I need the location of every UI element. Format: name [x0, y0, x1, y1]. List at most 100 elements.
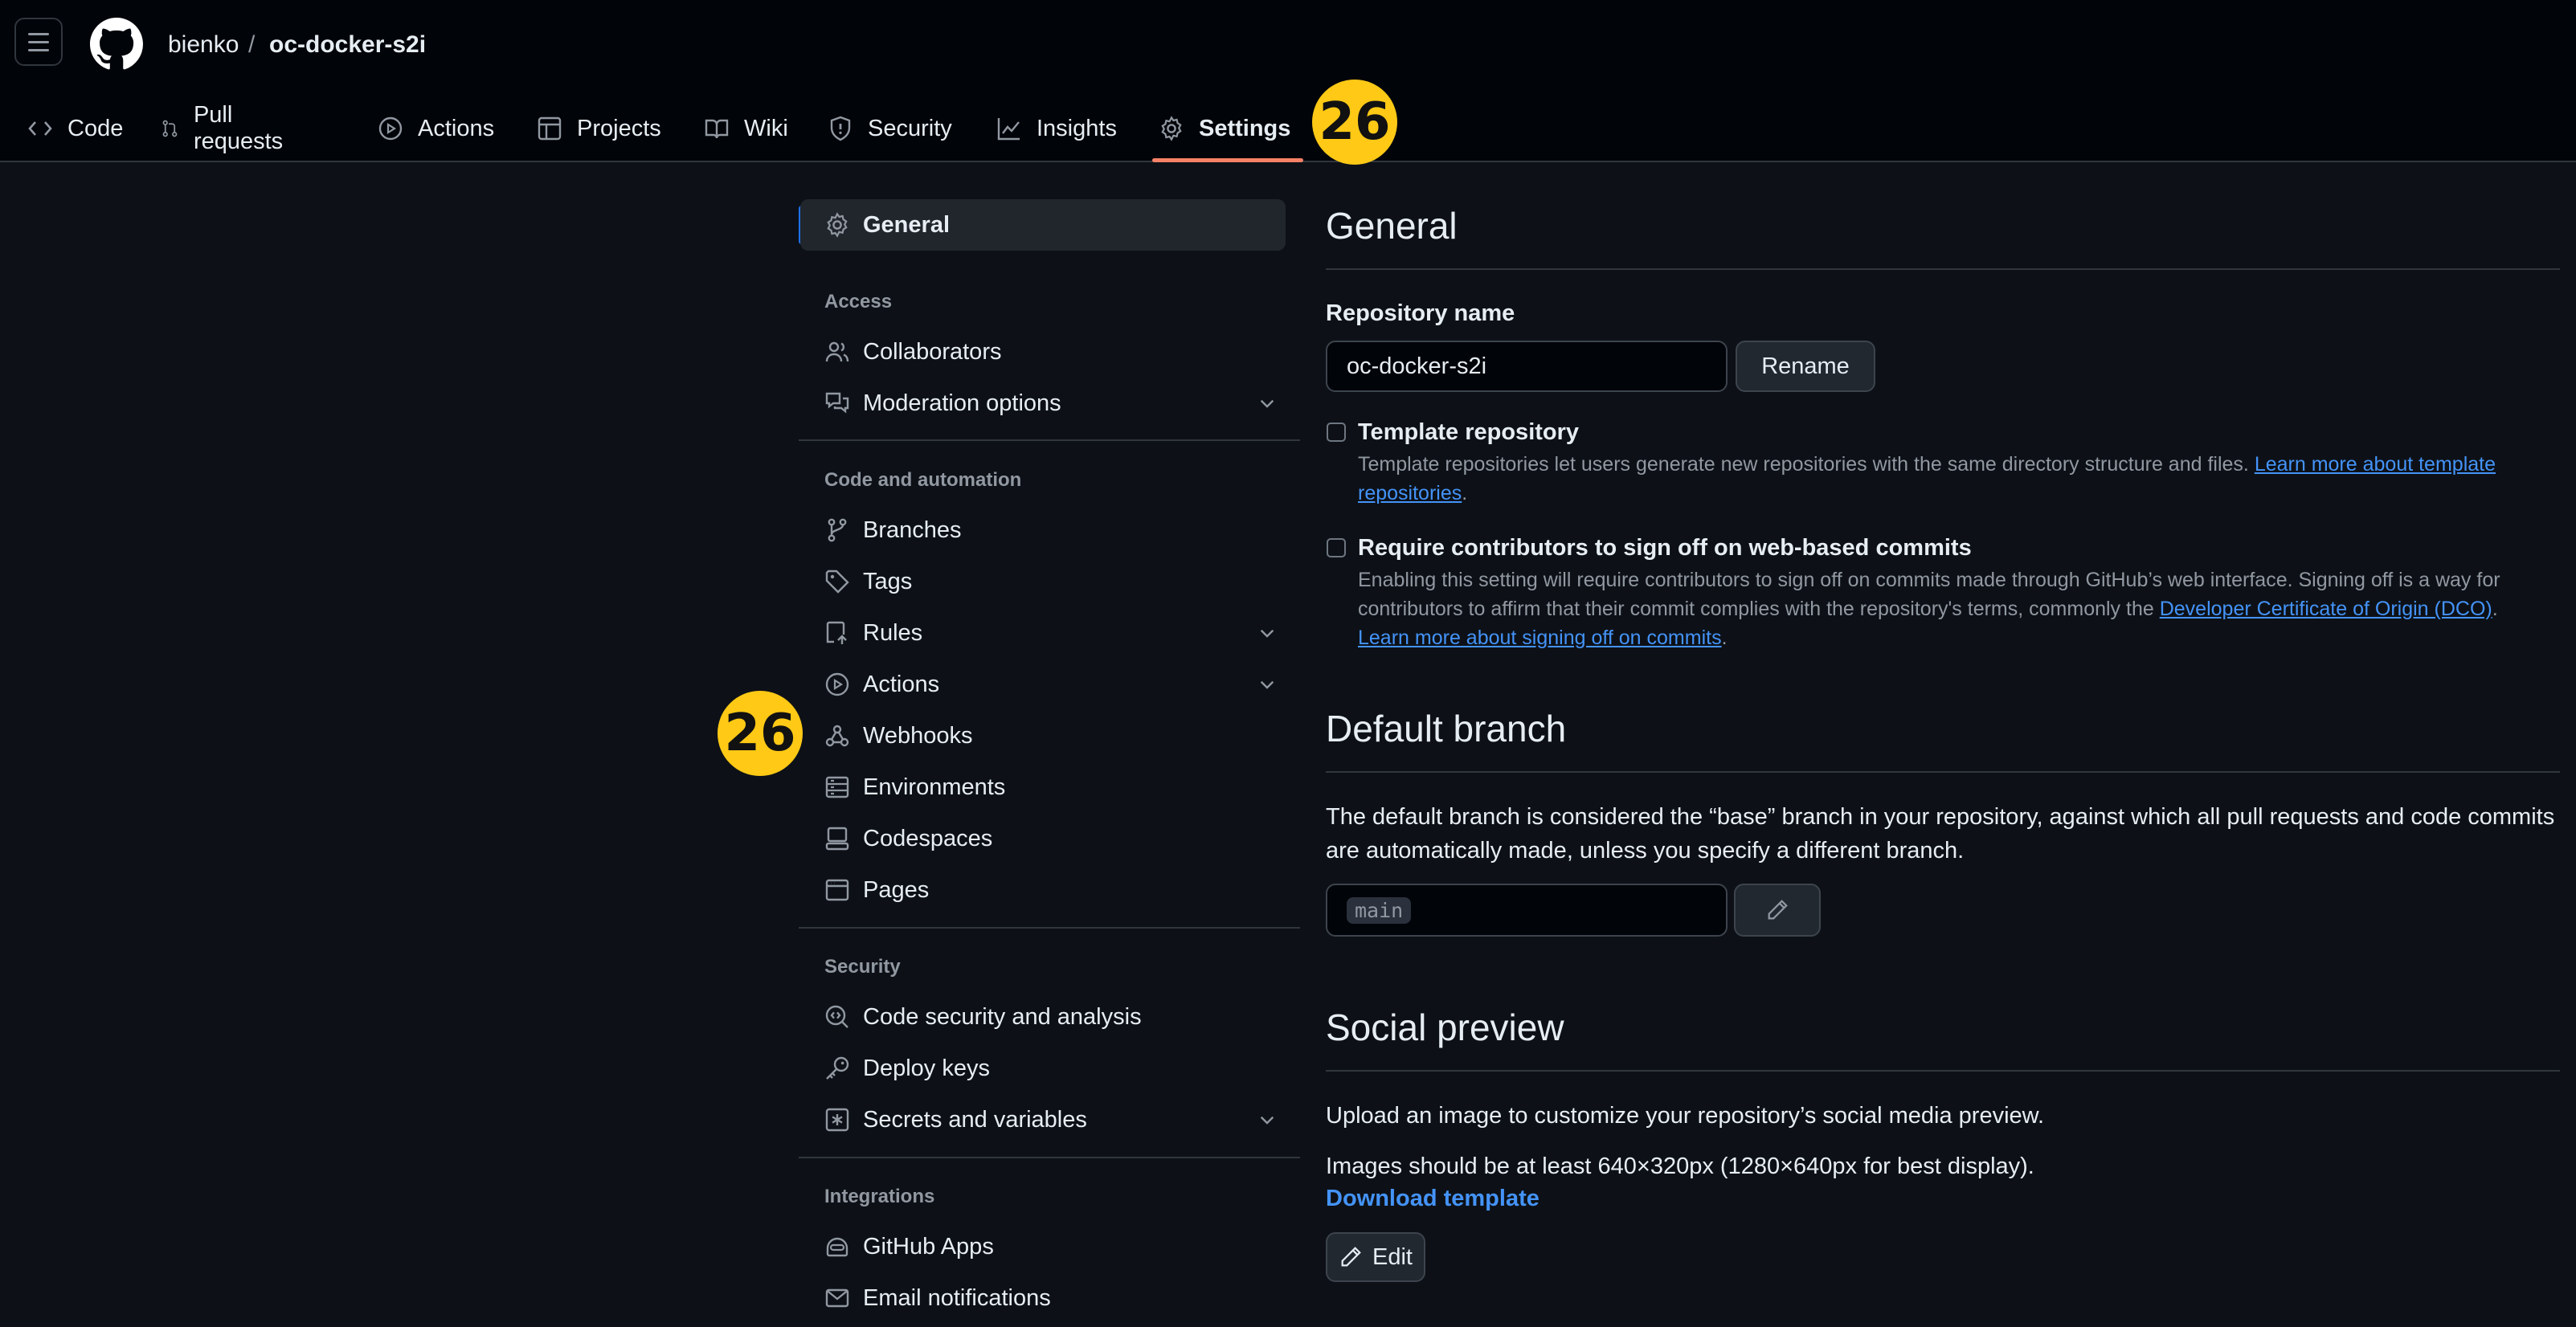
sidebar-item-rules[interactable]: Rules	[824, 612, 1290, 654]
breadcrumb-separator: /	[248, 31, 256, 58]
top-header: bienko / oc-docker-s2i Code Pull request…	[0, 0, 2576, 162]
rename-button[interactable]: Rename	[1736, 341, 1875, 392]
section-divider	[1326, 771, 2560, 773]
codespaces-icon	[825, 827, 849, 851]
pencil-icon	[1341, 1247, 1361, 1267]
sidebar-item-label: Branches	[863, 517, 962, 543]
default-branch-description: The default branch is considered the “ba…	[1326, 804, 2555, 864]
sidebar-item-general[interactable]: General	[824, 204, 1290, 246]
step-badge-side: 26	[718, 691, 803, 776]
tab-label: Pull requests	[193, 102, 284, 154]
git-branch-icon	[828, 518, 847, 542]
tab-actions[interactable]: Actions	[378, 96, 494, 161]
sidebar-item-email-notifications[interactable]: Email notifications	[824, 1277, 1290, 1319]
sidebar-item-webhooks[interactable]: Webhooks	[824, 715, 1290, 757]
chevron-down-icon	[1260, 629, 1274, 638]
key-icon	[826, 1056, 849, 1080]
menu-button[interactable]	[14, 18, 63, 66]
edit-default-branch-button[interactable]	[1734, 884, 1821, 937]
sidebar-item-label: GitHub Apps	[863, 1233, 994, 1260]
tab-label: Settings	[1199, 115, 1291, 141]
social-preview-title: Social preview	[1326, 1006, 1564, 1048]
sidebar-item-collaborators[interactable]: Collaborators	[824, 331, 1290, 373]
tab-label: Security	[868, 115, 952, 141]
social-preview-description: Upload an image to customize your reposi…	[1326, 1103, 2045, 1129]
group-title-code-automation: Code and automation	[824, 469, 1022, 491]
dco-link[interactable]: Developer Certificate of Origin (DCO)	[2160, 598, 2492, 620]
asterisk-icon	[825, 1108, 849, 1132]
step-badge-top: 26	[1312, 80, 1397, 165]
github-logo-icon[interactable]	[90, 18, 143, 71]
sidebar-item-label: Tags	[863, 568, 913, 594]
repo-name-label: Repository name	[1326, 300, 1515, 326]
hubot-icon	[826, 1237, 848, 1257]
signoff-label: Require contributors to sign off on web-…	[1358, 535, 1972, 561]
sidebar-item-label: Moderation options	[863, 390, 1061, 416]
browser-icon	[825, 879, 849, 901]
sidebar-item-code-security[interactable]: Code security and analysis	[824, 996, 1290, 1038]
breadcrumb-repo[interactable]: oc-docker-s2i	[269, 29, 426, 61]
default-branch-title: Default branch	[1326, 708, 1567, 749]
sidebar-item-label: Pages	[863, 876, 930, 903]
gear-icon	[1161, 116, 1182, 141]
download-template-link[interactable]: Download template	[1326, 1186, 1539, 1212]
group-title-access: Access	[824, 291, 893, 312]
tab-label: Projects	[577, 115, 661, 141]
group-title-integrations: Integrations	[824, 1186, 935, 1207]
template-repository-description: Template repositories let users generate…	[1358, 453, 2496, 504]
breadcrumb-owner[interactable]: bienko	[168, 29, 239, 61]
section-divider	[1326, 268, 2560, 270]
edit-social-preview-button[interactable]: Edit	[1326, 1232, 1425, 1282]
sidebar-item-branches[interactable]: Branches	[824, 509, 1290, 551]
tab-projects[interactable]: Projects	[537, 96, 661, 161]
chevron-down-icon	[1260, 1116, 1274, 1125]
pencil-icon	[1768, 900, 1788, 920]
section-divider	[1326, 1070, 2560, 1072]
sidebar-item-environments[interactable]: Environments	[824, 766, 1290, 808]
sidebar-item-secrets[interactable]: Secrets and variables	[824, 1099, 1290, 1141]
tab-code[interactable]: Code	[27, 96, 123, 161]
tab-wiki[interactable]: Wiki	[704, 96, 788, 161]
tab-settings[interactable]: Settings	[1151, 96, 1304, 162]
codescan-icon	[825, 1005, 848, 1028]
people-icon	[825, 341, 849, 362]
template-repository-checkbox[interactable]	[1327, 423, 1346, 442]
sidebar-item-deploy-keys[interactable]: Deploy keys	[824, 1047, 1290, 1089]
page-title: General	[1326, 205, 1458, 247]
tab-insights[interactable]: Insights	[996, 96, 1117, 161]
sidebar-item-label: Code security and analysis	[863, 1003, 1142, 1030]
default-branch-field: main	[1326, 884, 1728, 937]
sidebar-item-codespaces[interactable]: Codespaces	[824, 818, 1290, 859]
sidebar-item-label: Rules	[863, 619, 923, 646]
repo-push-icon	[826, 621, 847, 644]
shield-icon	[830, 116, 851, 141]
sidebar-item-moderation[interactable]: Moderation options	[824, 382, 1290, 424]
sidebar-item-label: Environments	[863, 774, 1006, 800]
sidebar-item-label: Deploy keys	[863, 1055, 990, 1081]
webhook-icon	[825, 725, 849, 747]
branch-name-chip: main	[1347, 896, 1412, 924]
tab-security[interactable]: Security	[828, 96, 952, 161]
sidebar-item-github-apps[interactable]: GitHub Apps	[824, 1226, 1290, 1268]
tab-pull-requests[interactable]: Pull requests	[161, 96, 290, 161]
sidebar-item-pages[interactable]: Pages	[824, 869, 1290, 911]
signoff-checkbox[interactable]	[1327, 538, 1346, 557]
template-repository-label: Template repository	[1358, 419, 1580, 445]
comment-discussion-icon	[825, 392, 849, 414]
repo-name-input[interactable]: oc-docker-s2i	[1326, 341, 1728, 392]
sidebar-item-actions[interactable]: Actions	[824, 664, 1290, 705]
tab-label: Insights	[1037, 115, 1117, 141]
book-icon	[705, 119, 729, 139]
tag-icon	[825, 570, 849, 594]
sidebar-divider	[799, 439, 1300, 441]
play-icon	[378, 116, 403, 141]
sidebar-item-tags[interactable]: Tags	[824, 561, 1290, 602]
chevron-down-icon	[1260, 399, 1274, 408]
hamburger-line	[28, 32, 49, 35]
signoff-learn-more-link[interactable]: Learn more about signing off on commits	[1358, 627, 1722, 649]
table-icon	[538, 116, 562, 141]
template-desc-text: Template repositories let users generate…	[1358, 453, 2249, 476]
group-title-security: Security	[824, 956, 901, 978]
sidebar-divider	[799, 927, 1300, 929]
gear-icon	[827, 212, 848, 238]
